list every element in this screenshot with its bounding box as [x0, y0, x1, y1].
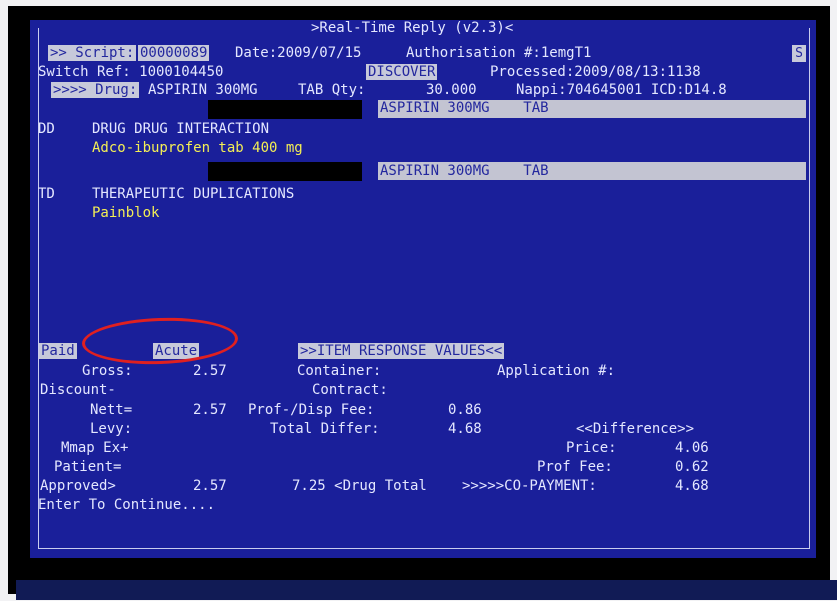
terminal-panel: >Real-Time Reply (v2.3)< S >> Script: 00…	[30, 20, 816, 558]
script-number: 00000089	[138, 45, 210, 61]
warning-detail: Painblok	[92, 205, 160, 221]
difference-prof-fee-value: 0.62	[675, 459, 709, 475]
warning-detail: Adco-ibuprofen tab 400 mg	[92, 140, 303, 156]
paid-status: Paid	[39, 343, 77, 359]
redacted-block	[208, 162, 362, 181]
patient-label: Patient=	[54, 459, 122, 475]
price-label: Price:	[566, 440, 617, 456]
total-differ-label: Total Differ:	[270, 421, 380, 437]
mmap-label: Mmap Ex+	[61, 440, 129, 456]
script-tag: >> Script:	[48, 45, 137, 61]
application-label: Application #:	[497, 363, 616, 379]
prof-fee-value: 0.86	[448, 402, 482, 418]
warning-code: TD	[38, 186, 55, 202]
screen-bezel	[16, 580, 837, 600]
co-payment-label: >>>>>CO-PAYMENT:	[462, 478, 597, 494]
drug-quantity: 30.000	[426, 82, 477, 98]
drug-total: 7.25 <Drug Total	[292, 478, 427, 494]
authorisation-number: Authorisation #:1emgT1	[406, 45, 592, 61]
item-response-header: >>ITEM RESPONSE VALUES<<	[298, 343, 505, 359]
co-payment-value: 4.68	[675, 478, 709, 494]
gross-value: 2.57	[193, 363, 227, 379]
continue-prompt[interactable]: Enter To Continue....	[38, 497, 215, 514]
window-title: >Real-Time Reply (v2.3)<	[311, 20, 514, 36]
nappi-icd: Nappi:704645001 ICD:D14.8	[516, 82, 727, 98]
warning-code: DD	[38, 121, 55, 137]
warning-drug: ASPIRIN 300MG TAB	[380, 100, 549, 116]
warning-heading: DRUG DRUG INTERACTION	[92, 121, 270, 137]
warning-drug: ASPIRIN 300MG TAB	[380, 163, 549, 179]
redacted-block	[208, 100, 362, 119]
approved-label: Approved>	[40, 478, 116, 494]
difference-prof-fee-label: Prof Fee:	[537, 459, 613, 475]
drug-form-qty-label: TAB Qty:	[298, 82, 366, 98]
nett-value: 2.57	[193, 402, 227, 418]
warning-heading: THERAPEUTIC DUPLICATIONS	[92, 186, 295, 202]
scheme-name: DISCOVER	[366, 64, 438, 80]
difference-header: <<Difference>>	[576, 421, 695, 437]
total-differ-value: 4.68	[448, 421, 482, 437]
contract-label: Contract:	[312, 382, 388, 398]
processed-date: Processed:2009/08/13:1138	[490, 64, 701, 80]
levy-label: Levy:	[90, 421, 133, 437]
gross-label: Gross:	[82, 363, 133, 379]
container-label: Container:	[297, 363, 382, 379]
discount-label: Discount-	[40, 382, 116, 398]
scroll-indicator[interactable]: S	[792, 45, 806, 62]
price-value: 4.06	[675, 440, 709, 456]
nett-label: Nett=	[90, 402, 133, 418]
terminal-screen: >Real-Time Reply (v2.3)< S >> Script: 00…	[8, 6, 837, 600]
approved-value: 2.57	[193, 478, 227, 494]
switch-reference: Switch Ref: 1000104450	[38, 64, 224, 80]
drug-tag: >>>> Drug:	[51, 82, 140, 98]
claim-date: Date:2009/07/15	[235, 45, 362, 61]
prof-fee-label: Prof-/Disp Fee:	[248, 402, 375, 418]
drug-name: ASPIRIN 300MG	[148, 82, 258, 98]
